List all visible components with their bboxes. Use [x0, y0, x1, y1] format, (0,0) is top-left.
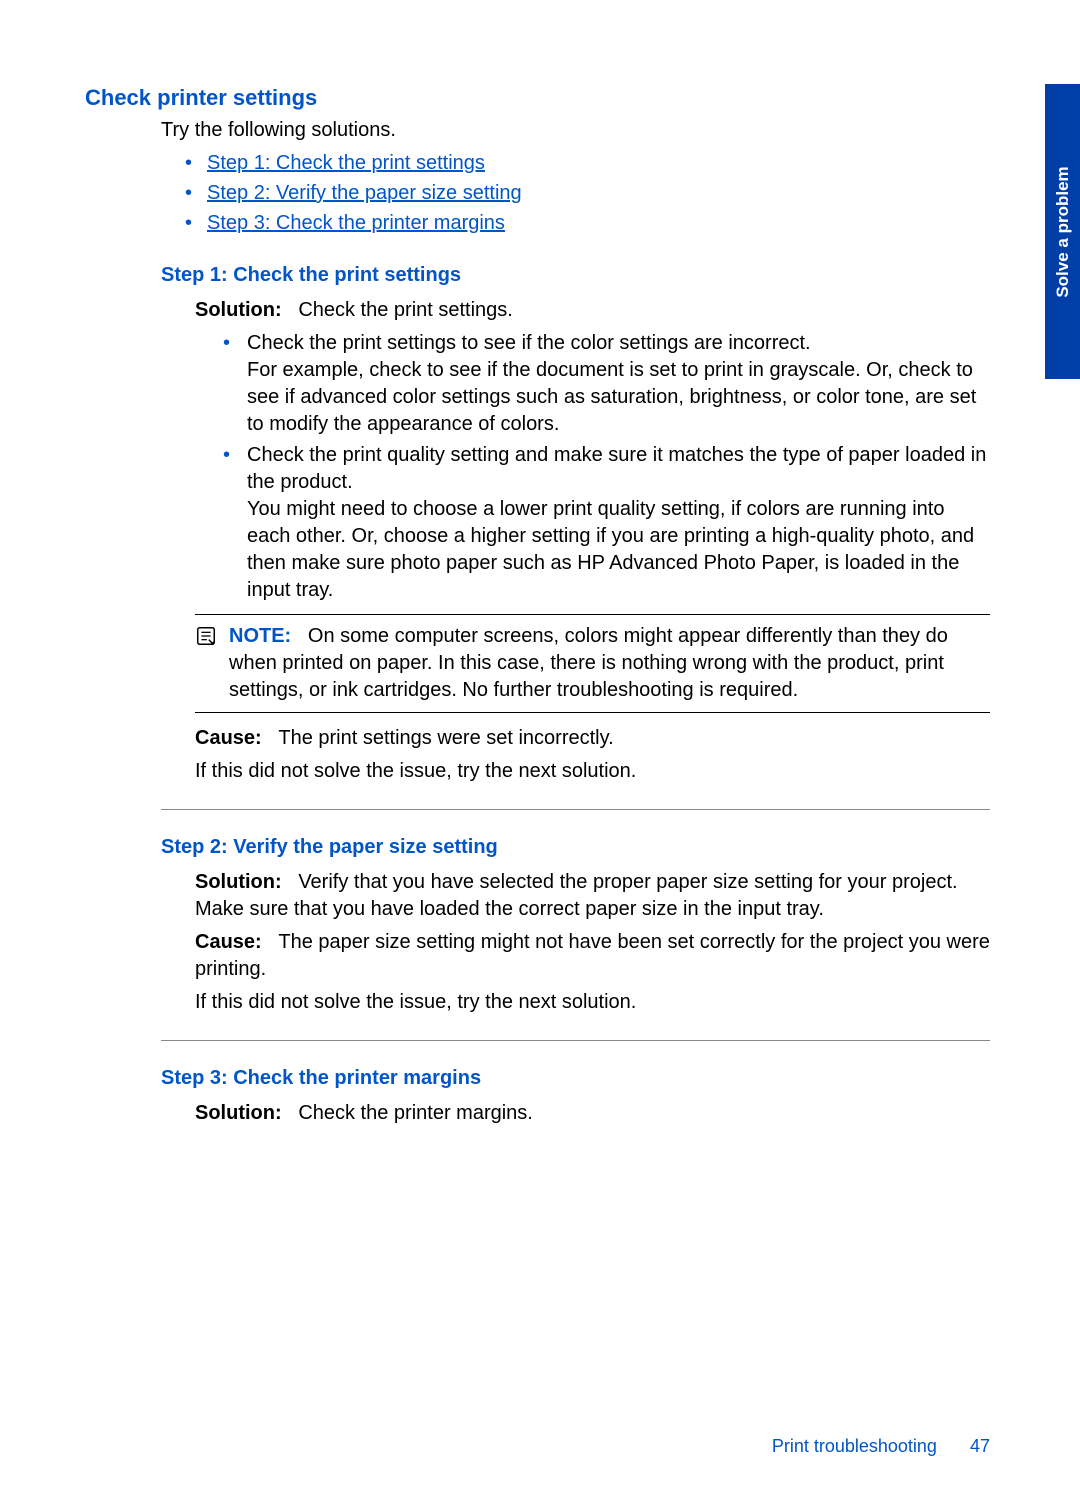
section-heading: Check printer settings [85, 85, 990, 111]
separator [161, 809, 990, 810]
bullet-text: Check the print settings to see if the c… [247, 332, 811, 354]
step2-cause: Cause: The paper size setting might not … [195, 929, 990, 983]
step2-block: Solution: Verify that you have selected … [195, 869, 990, 1016]
step1-bullet-1: Check the print settings to see if the c… [223, 330, 990, 438]
cause-label: Cause: [195, 727, 262, 749]
chapter-tab: Solve a problem [1045, 84, 1080, 379]
step1-bullets: Check the print settings to see if the c… [195, 330, 990, 604]
solution-text: Verify that you have selected the proper… [195, 871, 958, 920]
bullet-text: For example, check to see if the documen… [247, 359, 976, 435]
toc-item: Step 1: Check the print settings [185, 148, 990, 178]
note-text: On some computer screens, colors might a… [229, 625, 948, 701]
step2-next: If this did not solve the issue, try the… [195, 989, 990, 1016]
step1-bullet-2: Check the print quality setting and make… [223, 442, 990, 604]
cause-text: The paper size setting might not have be… [195, 931, 990, 980]
note-icon [195, 625, 217, 647]
intro-text: Try the following solutions. [161, 119, 990, 142]
footer-page-number: 47 [970, 1436, 990, 1456]
solution-text: Check the print settings. [298, 299, 513, 321]
toc-link-step2[interactable]: Step 2: Verify the paper size setting [207, 182, 522, 204]
note-box: NOTE: On some computer screens, colors m… [195, 614, 990, 713]
step3-heading: Step 3: Check the printer margins [161, 1067, 990, 1090]
cause-label: Cause: [195, 931, 262, 953]
page-footer: Print troubleshooting 47 [772, 1436, 990, 1457]
toc-list: Step 1: Check the print settings Step 2:… [161, 148, 990, 238]
note-label: NOTE: [229, 625, 291, 647]
step1-cause: Cause: The print settings were set incor… [195, 725, 990, 752]
step3-solution: Solution: Check the printer margins. [195, 1100, 990, 1127]
bullet-text: You might need to choose a lower print q… [247, 498, 974, 601]
step2-solution: Solution: Verify that you have selected … [195, 869, 990, 923]
chapter-tab-label: Solve a problem [1053, 166, 1073, 297]
step2-heading: Step 2: Verify the paper size setting [161, 836, 990, 859]
toc-item: Step 2: Verify the paper size setting [185, 178, 990, 208]
separator [161, 1040, 990, 1041]
bullet-text: Check the print quality setting and make… [247, 444, 986, 493]
footer-section: Print troubleshooting [772, 1436, 937, 1456]
toc-item: Step 3: Check the printer margins [185, 208, 990, 238]
cause-text: The print settings were set incorrectly. [278, 727, 613, 749]
solution-text: Check the printer margins. [298, 1102, 533, 1124]
step3-block: Solution: Check the printer margins. [195, 1100, 990, 1127]
toc-link-step3[interactable]: Step 3: Check the printer margins [207, 212, 505, 234]
step1-heading: Step 1: Check the print settings [161, 264, 990, 287]
document-page: Solve a problem Check printer settings T… [0, 0, 1080, 1495]
solution-label: Solution: [195, 871, 282, 893]
step1-solution: Solution: Check the print settings. [195, 297, 990, 324]
step1-block: Solution: Check the print settings. Chec… [195, 297, 990, 785]
solution-label: Solution: [195, 1102, 282, 1124]
solution-label: Solution: [195, 299, 282, 321]
step1-next: If this did not solve the issue, try the… [195, 758, 990, 785]
toc-link-step1[interactable]: Step 1: Check the print settings [207, 152, 485, 174]
